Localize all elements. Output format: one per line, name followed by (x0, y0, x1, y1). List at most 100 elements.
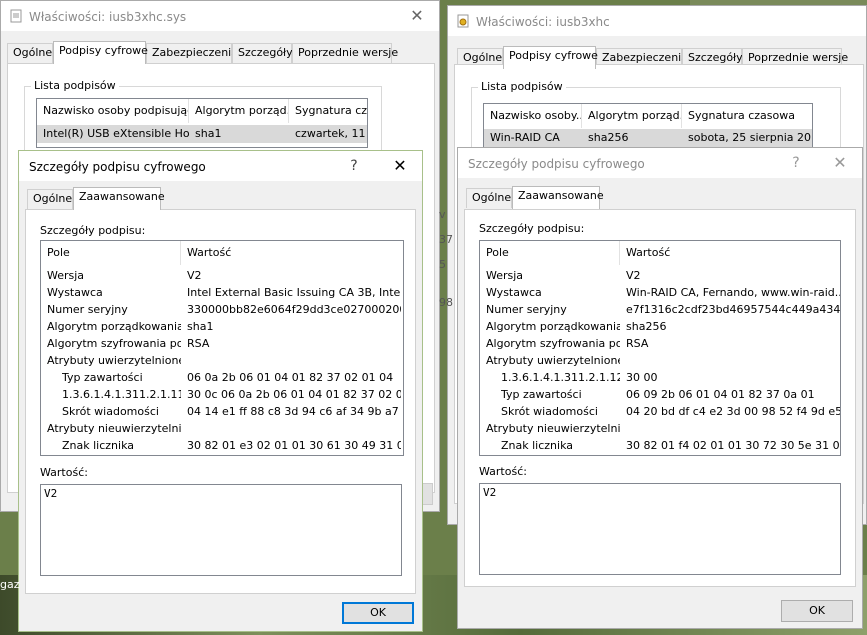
detail-row[interactable]: Atrybuty uwierzytelnione (480, 352, 840, 369)
detail-value: 04 14 e1 ff 88 c8 3d 94 c6 af 34 9b a7 c… (187, 405, 401, 418)
list-cell-timestamp: sobota, 25 sierpnia 20... (688, 131, 813, 144)
detail-field: Atrybuty uwierzytelnione (486, 354, 620, 367)
detail-row[interactable]: Atrybuty nieuwierzytelni... (41, 420, 403, 437)
detail-row[interactable]: 1.3.6.1.4.1.311.2.1.11 30 0c 06 0a 2b 06 … (41, 386, 403, 403)
detail-field: 1.3.6.1.4.1.311.2.1.11 (62, 388, 181, 401)
detail-row[interactable]: Wystawca Win-RAID CA, Fernando, www.win-r… (480, 284, 840, 301)
detail-row[interactable]: Algorytm szyfrowania po... RSA (480, 335, 840, 352)
close-icon[interactable]: ✕ (405, 6, 429, 26)
tab-general[interactable]: Ogólne (27, 189, 73, 209)
detail-row[interactable]: Atrybuty nieuwierzytelni... (480, 420, 840, 437)
detail-field: Numer seryjny (486, 303, 567, 316)
gear-file-icon (457, 14, 469, 28)
detail-row[interactable]: Typ zawartości 06 09 2b 06 01 04 01 82 37… (480, 386, 840, 403)
value-label: Wartość: (40, 466, 88, 479)
tab-general[interactable]: Ogólne (7, 43, 53, 63)
signature-list[interactable]: Nazwisko osoby podpisując... Algorytm po… (36, 98, 368, 148)
detail-row[interactable]: Atrybuty uwierzytelnione (41, 352, 403, 369)
detail-field: Wersja (47, 269, 85, 282)
details-list[interactable]: Pole Wartość Wersja V2 Wystawca Win-RAID CA… (479, 240, 841, 456)
background-text: gaz (0, 578, 20, 591)
detail-value: Intel External Basic Issuing CA 3B, Inte… (187, 286, 401, 299)
dialog-title: Szczegóły podpisu cyfrowego (468, 157, 645, 171)
dialog-title: Szczegóły podpisu cyfrowego (29, 160, 206, 174)
detail-value: 30 00 (626, 371, 658, 384)
detail-row[interactable]: Numer seryjny 330000bb82e6064f29dd3ce0270… (41, 301, 403, 318)
detail-row[interactable]: 1.3.6.1.4.1.311.2.1.12 30 00 (480, 369, 840, 386)
dialog-title-bar: Szczegóły podpisu cyfrowego ? ✕ (458, 148, 862, 178)
detail-value: 30 0c 06 0a 2b 06 01 04 01 82 37 02 01 1… (187, 388, 401, 401)
detail-field: Typ zawartości (501, 388, 582, 401)
column-header-signer[interactable]: Nazwisko osoby... (484, 104, 582, 128)
detail-value: RSA (626, 337, 649, 350)
details-label: Szczegóły podpisu: (40, 224, 146, 237)
detail-field: Algorytm szyfrowania po... (486, 337, 620, 350)
help-icon[interactable]: ? (786, 153, 806, 173)
detail-row[interactable]: Algorytm szyfrowania po... RSA (41, 335, 403, 352)
detail-row[interactable]: Numer seryjny e7f1316c2cdf23bd46957544c44… (480, 301, 840, 318)
group-label: Lista podpisów (478, 80, 566, 93)
detail-value: V2 (187, 269, 202, 282)
detail-field: Atrybuty nieuwierzytelni... (47, 422, 181, 435)
detail-field: Znak licznika (62, 439, 134, 452)
ok-button[interactable]: OK (781, 600, 853, 622)
detail-row[interactable]: Algorytm porządkowania sha256 (480, 318, 840, 335)
detail-field: 1.3.6.1.4.1.311.2.1.12 (501, 371, 620, 384)
detail-field: Typ zawartości (62, 371, 143, 384)
detail-row[interactable]: Skrót wiadomości 04 20 bd df c4 e2 3d 00 … (480, 403, 840, 420)
value-textbox[interactable]: V2 (479, 483, 841, 575)
detail-field: Wystawca (47, 286, 103, 299)
dialog-panel: Szczegóły podpisu: Pole Wartość Wersja V2… (464, 209, 856, 587)
details-list[interactable]: Pole Wartość Wersja V2 Wystawca Intel Exter… (40, 240, 404, 456)
detail-value: e7f1316c2cdf23bd46957544c449a434 (626, 303, 840, 316)
detail-row[interactable]: Wystawca Intel External Basic Issuing CA … (41, 284, 403, 301)
tab-security[interactable]: Zabezpieczenia (146, 43, 238, 63)
value-textbox[interactable]: V2 (40, 484, 402, 576)
column-header-algorithm[interactable]: Algorytm porząd... (582, 104, 682, 128)
detail-value: 30 82 01 f4 02 01 01 30 72 30 5e 31 0b .… (626, 439, 840, 452)
signature-details-dialog-left: Szczegóły podpisu cyfrowego ? ✕ Ogólne Z… (18, 150, 423, 632)
close-icon[interactable]: ✕ (828, 153, 852, 173)
column-header-value[interactable]: Wartość (181, 241, 403, 265)
tab-advanced[interactable]: Zaawansowane (73, 187, 165, 210)
tab-details[interactable]: Szczegóły (232, 43, 293, 63)
column-header-timestamp[interactable]: Sygnatura cza (289, 99, 367, 123)
tab-advanced[interactable]: Zaawansowane (512, 186, 604, 209)
value-label: Wartość: (479, 465, 527, 478)
window-title: Właściwości: iusb3xhc.sys (29, 10, 187, 24)
column-header-value[interactable]: Wartość (620, 241, 840, 265)
detail-value: 04 20 bd df c4 e2 3d 00 98 52 f4 9d e5 .… (626, 405, 840, 418)
detail-field: Algorytm szyfrowania po... (47, 337, 181, 350)
detail-row[interactable]: Znak licznika 30 82 01 e3 02 01 01 30 61 … (41, 437, 403, 454)
list-cell-signer: Intel(R) USB eXtensible Hos... (43, 127, 189, 140)
tab-general[interactable]: Ogólne (466, 188, 512, 208)
detail-row[interactable]: Typ zawartości 06 0a 2b 06 01 04 01 82 37… (41, 369, 403, 386)
detail-row[interactable]: Wersja V2 (480, 267, 840, 284)
detail-row[interactable]: Algorytm porządkowania sha1 (41, 318, 403, 335)
detail-value: 30 82 01 e3 02 01 01 30 61 30 49 31 0b..… (187, 439, 401, 452)
detail-field: Skrót wiadomości (62, 405, 159, 418)
close-icon[interactable]: ✕ (388, 156, 412, 176)
column-header-field[interactable]: Pole (480, 241, 620, 265)
tab-previous-versions[interactable]: Poprzednie wersje (292, 43, 398, 63)
column-header-timestamp[interactable]: Sygnatura czasowa (682, 104, 812, 128)
help-icon[interactable]: ? (344, 156, 364, 176)
signature-list[interactable]: Nazwisko osoby... Algorytm porząd... Syg… (483, 103, 813, 151)
column-header-field[interactable]: Pole (41, 241, 181, 265)
column-header-signer[interactable]: Nazwisko osoby podpisując... (37, 99, 189, 123)
tab-digital-signatures[interactable]: Podpisy cyfrowe (53, 41, 148, 64)
background-text: 98 (439, 296, 453, 309)
tab-digital-signatures[interactable]: Podpisy cyfrowe (503, 46, 598, 69)
window-title: Właściwości: iusb3xhc (476, 15, 610, 29)
detail-row[interactable]: Skrót wiadomości 04 14 e1 ff 88 c8 3d 94 … (41, 403, 403, 420)
title-bar: Właściwości: iusb3xhc (448, 6, 866, 36)
detail-value: 06 09 2b 06 01 04 01 82 37 0a 01 (626, 388, 815, 401)
detail-row[interactable]: Znak licznika 30 82 01 f4 02 01 01 30 72 … (480, 437, 840, 454)
background-text: v (439, 208, 446, 221)
detail-row[interactable]: Wersja V2 (41, 267, 403, 284)
list-cell-algorithm: sha1 (195, 127, 222, 140)
ok-button[interactable]: OK (342, 602, 414, 624)
column-header-algorithm[interactable]: Algorytm porząd... (189, 99, 289, 123)
details-label: Szczegóły podpisu: (479, 222, 585, 235)
group-label: Lista podpisów (31, 79, 119, 92)
